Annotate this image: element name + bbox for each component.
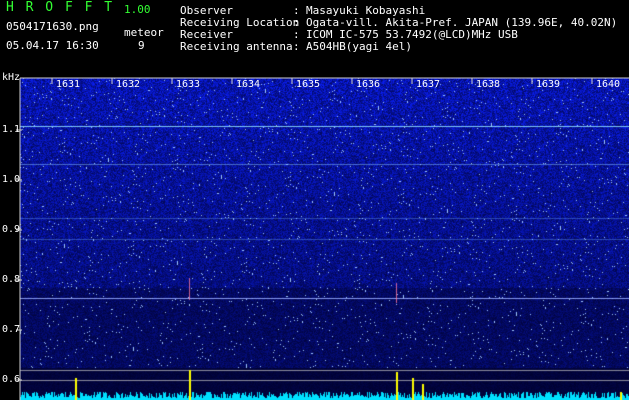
y-tick-label: 0.9 — [2, 224, 21, 235]
antenna-value: A504HB(yagi 4el) — [306, 40, 412, 53]
y-tick-label: 0.8 — [2, 274, 21, 285]
y-tick-label: 0.7 — [2, 324, 21, 335]
x-tick-label: 1633 — [176, 79, 201, 90]
x-tick-label: 1634 — [236, 79, 261, 90]
y-axis-unit: kHz — [2, 72, 21, 83]
app-title: H R O F F T — [6, 0, 115, 15]
meteor-count: 9 — [138, 39, 145, 52]
y-tick-label: 1.1 — [2, 124, 21, 135]
file-name: 0504171630.png — [6, 20, 99, 33]
x-tick-label: 1636 — [356, 79, 381, 90]
antenna-sep: : — [293, 40, 300, 53]
header-panel: H R O F F T 1.00 0504171630.png meteor 0… — [0, 0, 629, 78]
app-version: 1.00 — [124, 3, 151, 16]
antenna-label: Receiving antenna — [180, 40, 293, 53]
y-tick-label: 0.6 — [2, 374, 21, 385]
spectrogram-plot — [20, 78, 629, 400]
meteor-label: meteor — [124, 26, 164, 39]
x-tick-label: 1635 — [296, 79, 321, 90]
x-tick-label: 1640 — [596, 79, 621, 90]
date-time: 05.04.17 16:30 — [6, 39, 99, 52]
x-tick-label: 1632 — [116, 79, 141, 90]
y-tick-label: 1.0 — [2, 174, 21, 185]
x-tick-label: 1639 — [536, 79, 561, 90]
x-tick-label: 1638 — [476, 79, 501, 90]
x-tick-label: 1637 — [416, 79, 441, 90]
x-tick-label: 1631 — [56, 79, 81, 90]
